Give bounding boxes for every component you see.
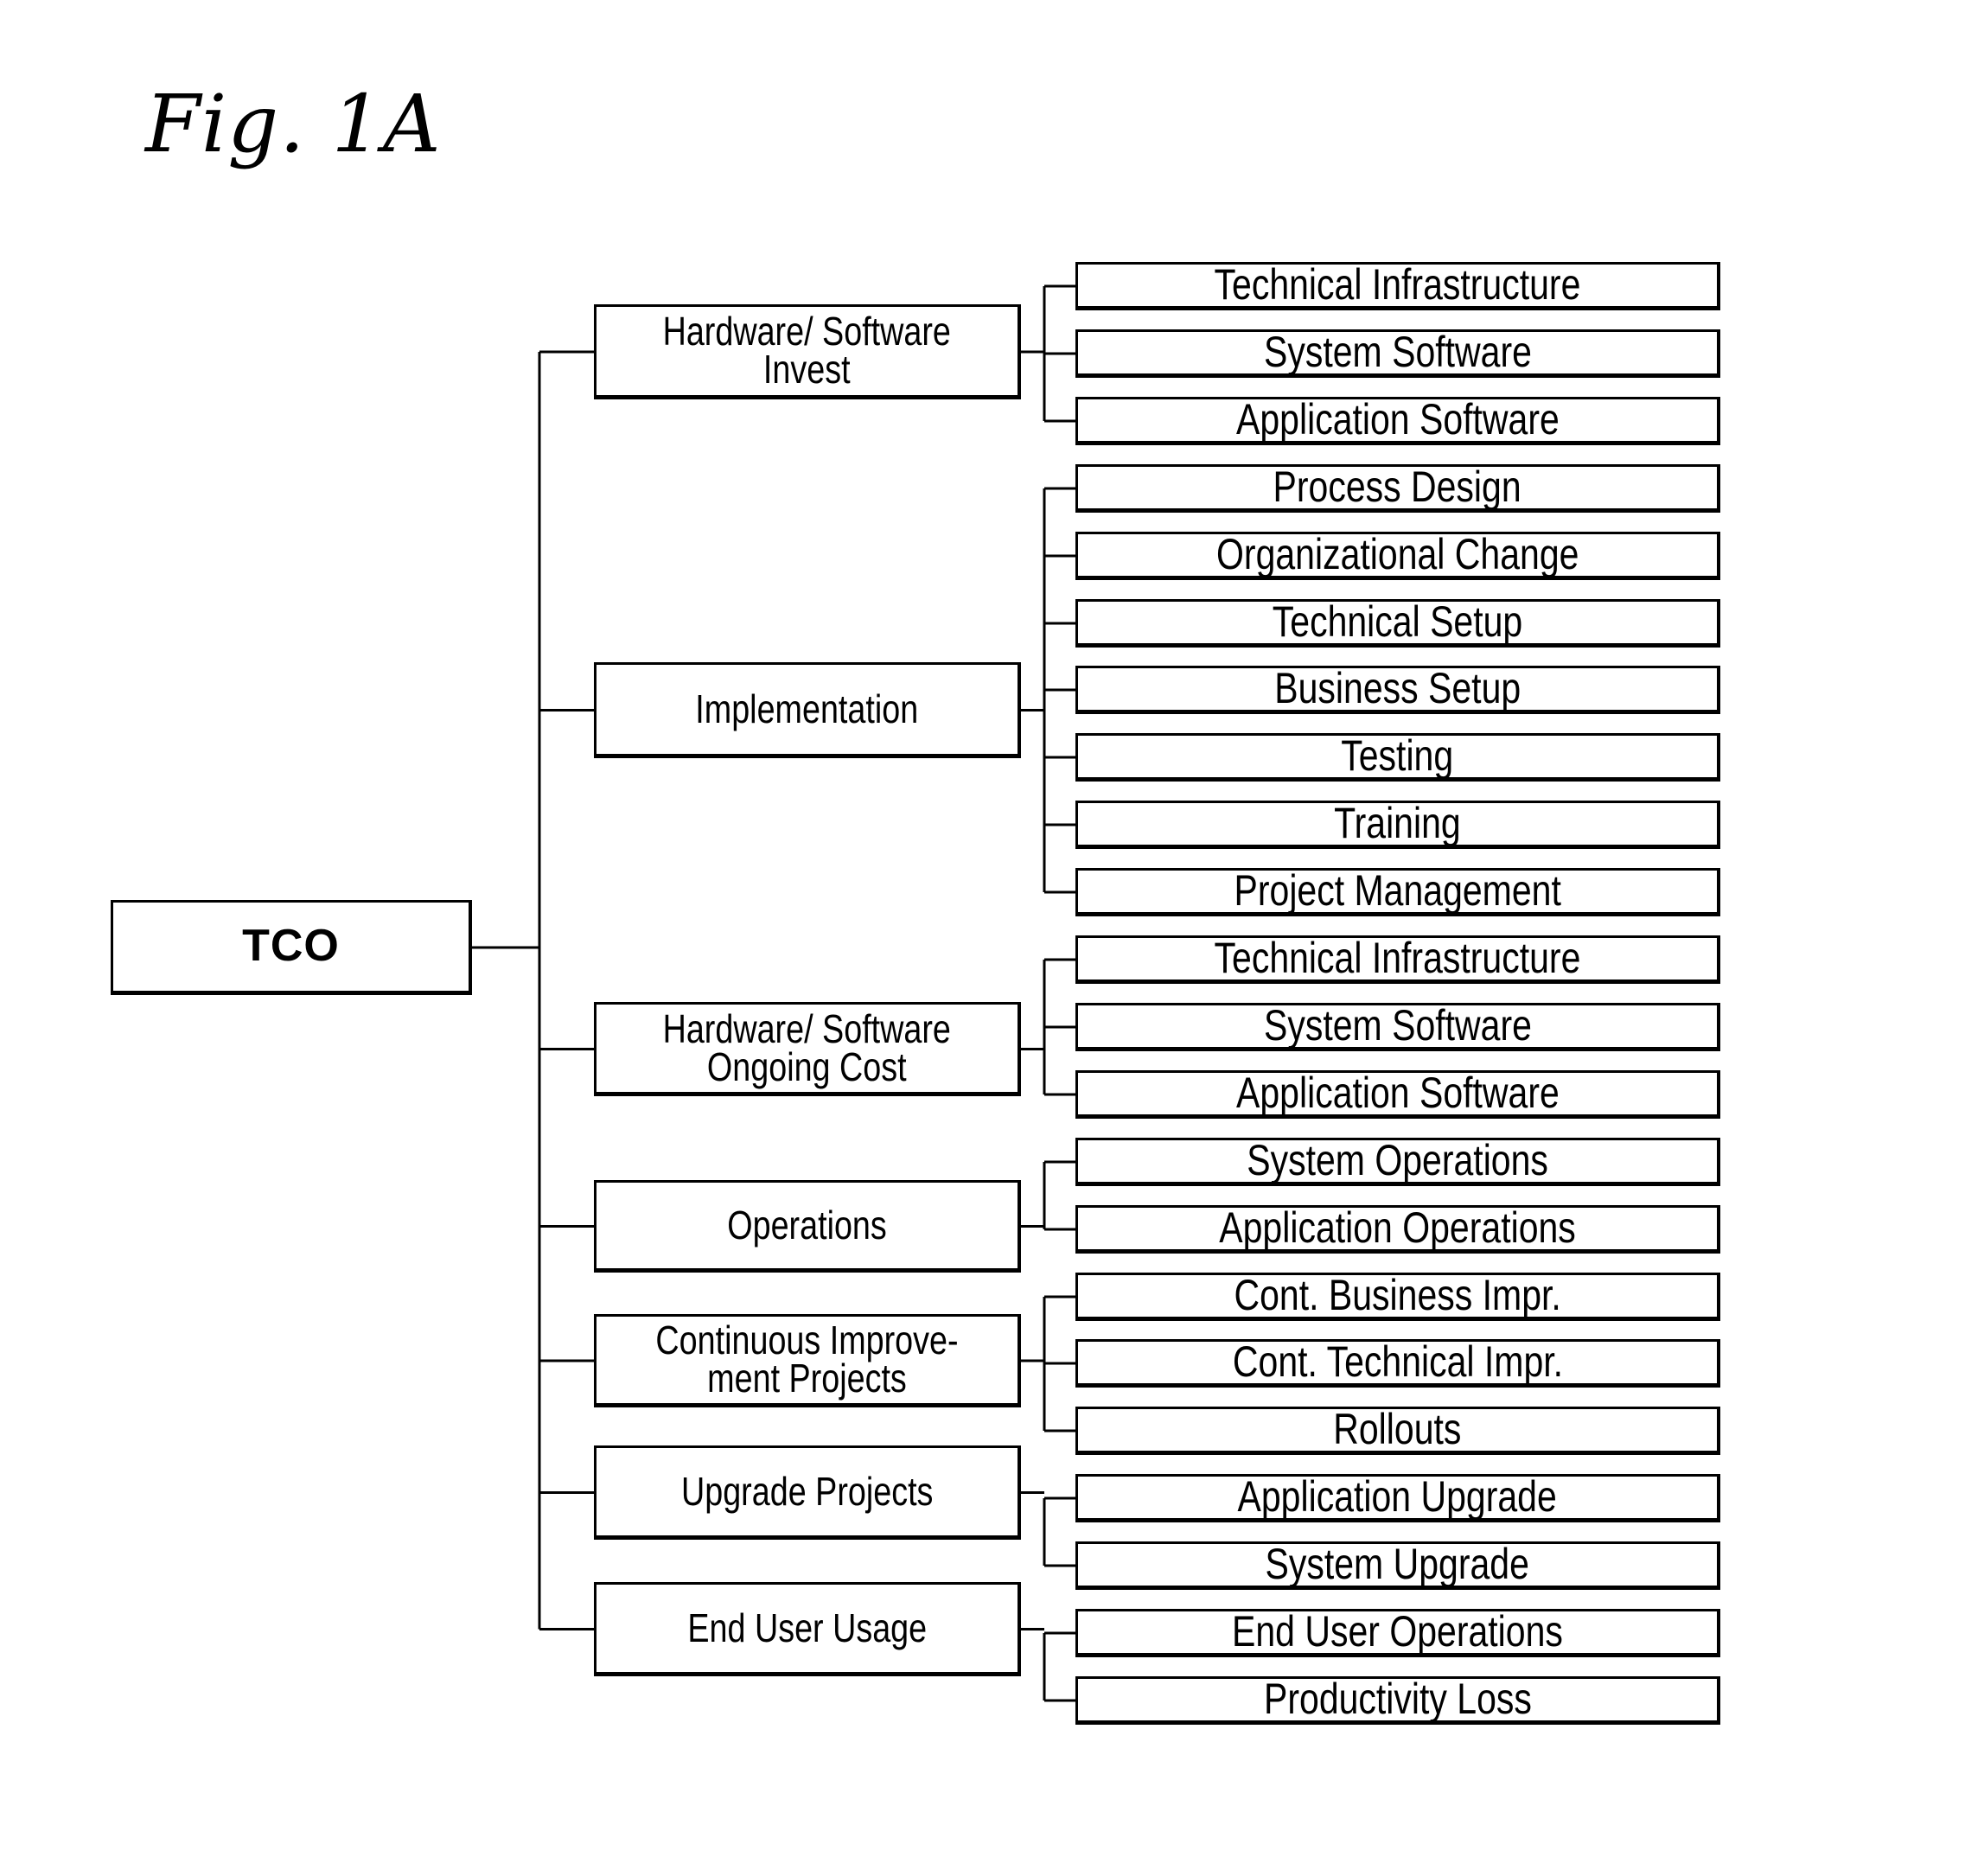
subcategory-label: Application Software	[1235, 1069, 1560, 1118]
category-label-line: Continuous Improve-	[655, 1318, 959, 1363]
category-node: End User Usage	[594, 1582, 1021, 1676]
subcategory-label: System Upgrade	[1265, 1540, 1530, 1589]
subcategory-label: Application Operations	[1219, 1203, 1576, 1253]
category-label: Hardware/ Software Ongoing Cost	[631, 1005, 983, 1089]
subcategory-node: System Software	[1075, 1003, 1720, 1051]
category-label: Operations	[710, 1202, 904, 1247]
subcategory-node: Productivity Loss	[1075, 1676, 1720, 1725]
subcategory-node: Organizational Change	[1075, 532, 1720, 580]
category-node: Hardware/ Software Ongoing Cost	[594, 1002, 1021, 1096]
category-label-line: ment Projects	[707, 1356, 907, 1401]
subcategory-label: Cont. Business Impr.	[1234, 1271, 1561, 1320]
subcategory-node: Training	[1075, 801, 1720, 849]
subcategory-node: Rollouts	[1075, 1407, 1720, 1455]
category-label-line: End User Usage	[687, 1605, 927, 1650]
root-node-tco: TCO	[111, 900, 472, 995]
subcategory-node: Process Design	[1075, 464, 1720, 513]
category-label: Hardware/ Software Invest	[631, 309, 983, 392]
subcategory-node: Application Software	[1075, 1070, 1720, 1119]
subcategory-label: Application Upgrade	[1237, 1472, 1558, 1522]
category-label: End User Usage	[661, 1605, 954, 1650]
category-label-line: Hardware/ Software	[662, 309, 952, 354]
root-node-label: TCO	[242, 921, 340, 972]
subcategory-label: Technical Setup	[1272, 597, 1523, 647]
subcategory-label: Technical Infrastructure	[1214, 934, 1581, 983]
subcategory-label: Business Setup	[1274, 664, 1521, 713]
category-node: Implementation	[594, 662, 1021, 758]
subcategory-label: Application Software	[1235, 395, 1560, 444]
subcategory-node: Technical Infrastructure	[1075, 262, 1720, 310]
category-node: Hardware/ Software Invest	[594, 304, 1021, 399]
subcategory-label: Rollouts	[1333, 1405, 1462, 1454]
subcategory-node: Technical Setup	[1075, 599, 1720, 648]
category-label: Upgrade Projects	[654, 1468, 960, 1514]
category-label-line: Implementation	[695, 686, 919, 731]
category-node: Upgrade Projects	[594, 1445, 1021, 1540]
subcategory-node: End User Operations	[1075, 1609, 1720, 1657]
subcategory-node: Cont. Business Impr.	[1075, 1273, 1720, 1321]
category-label-line: Ongoing Cost	[707, 1043, 907, 1089]
category-label-line: Hardware/ Software	[662, 1005, 952, 1051]
category-label-line: Operations	[727, 1202, 887, 1247]
subcategory-node: Business Setup	[1075, 666, 1720, 714]
subcategory-node: Project Management	[1075, 868, 1720, 916]
subcategory-node: Testing	[1075, 733, 1720, 782]
category-label: Continuous Improve-ment Projects	[622, 1318, 992, 1401]
category-label: Implementation	[671, 686, 943, 731]
subcategory-node: Application Software	[1075, 397, 1720, 445]
subcategory-label: System Software	[1263, 1001, 1532, 1050]
subcategory-node: System Operations	[1075, 1138, 1720, 1186]
subcategory-node: System Upgrade	[1075, 1541, 1720, 1590]
subcategory-label: End User Operations	[1232, 1607, 1563, 1656]
subcategory-label: Cont. Technical Impr.	[1232, 1337, 1563, 1387]
subcategory-label: Productivity Loss	[1263, 1675, 1532, 1724]
subcategory-label: Organizational Change	[1215, 530, 1579, 579]
subcategory-node: Technical Infrastructure	[1075, 935, 1720, 984]
category-label-line: Invest	[763, 347, 851, 392]
subcategory-node: Cont. Technical Impr.	[1075, 1339, 1720, 1388]
category-node: Operations	[594, 1180, 1021, 1273]
subcategory-label: Technical Infrastructure	[1214, 260, 1581, 309]
category-label-line: Upgrade Projects	[680, 1468, 934, 1514]
subcategory-label: System Operations	[1247, 1136, 1548, 1185]
category-node: Continuous Improve-ment Projects	[594, 1314, 1021, 1407]
subcategory-node: Application Upgrade	[1075, 1474, 1720, 1522]
subcategory-node: System Software	[1075, 329, 1720, 378]
subcategory-label: Project Management	[1234, 866, 1561, 916]
subcategory-label: Process Design	[1273, 463, 1522, 512]
subcategory-label: System Software	[1263, 328, 1532, 377]
subcategory-label: Testing	[1341, 731, 1454, 781]
subcategory-label: Training	[1334, 799, 1461, 848]
subcategory-node: Application Operations	[1075, 1205, 1720, 1254]
